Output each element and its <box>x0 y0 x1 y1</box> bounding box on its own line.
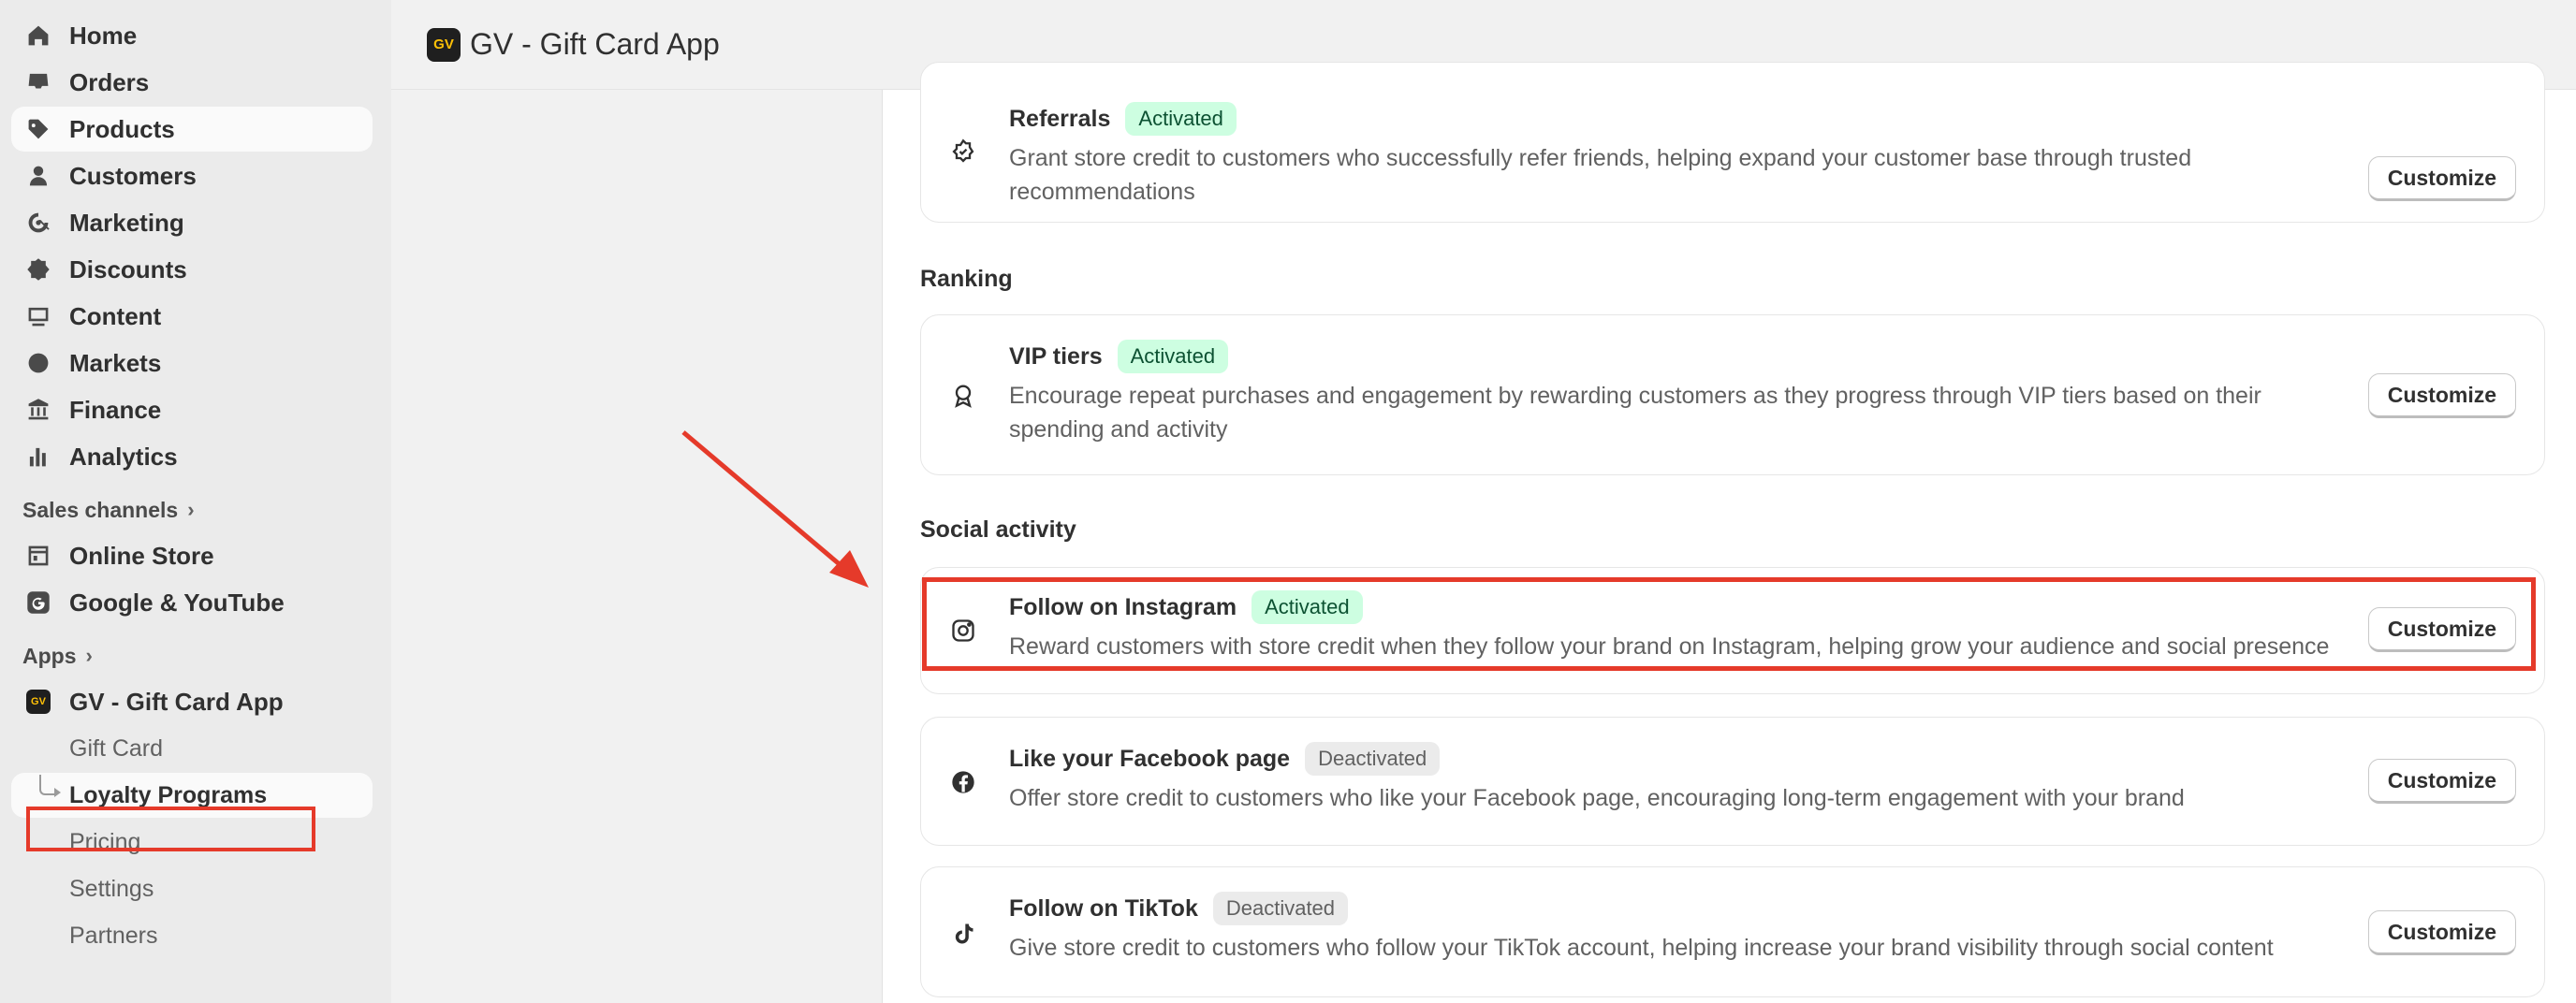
annotation-arrow <box>681 430 869 588</box>
